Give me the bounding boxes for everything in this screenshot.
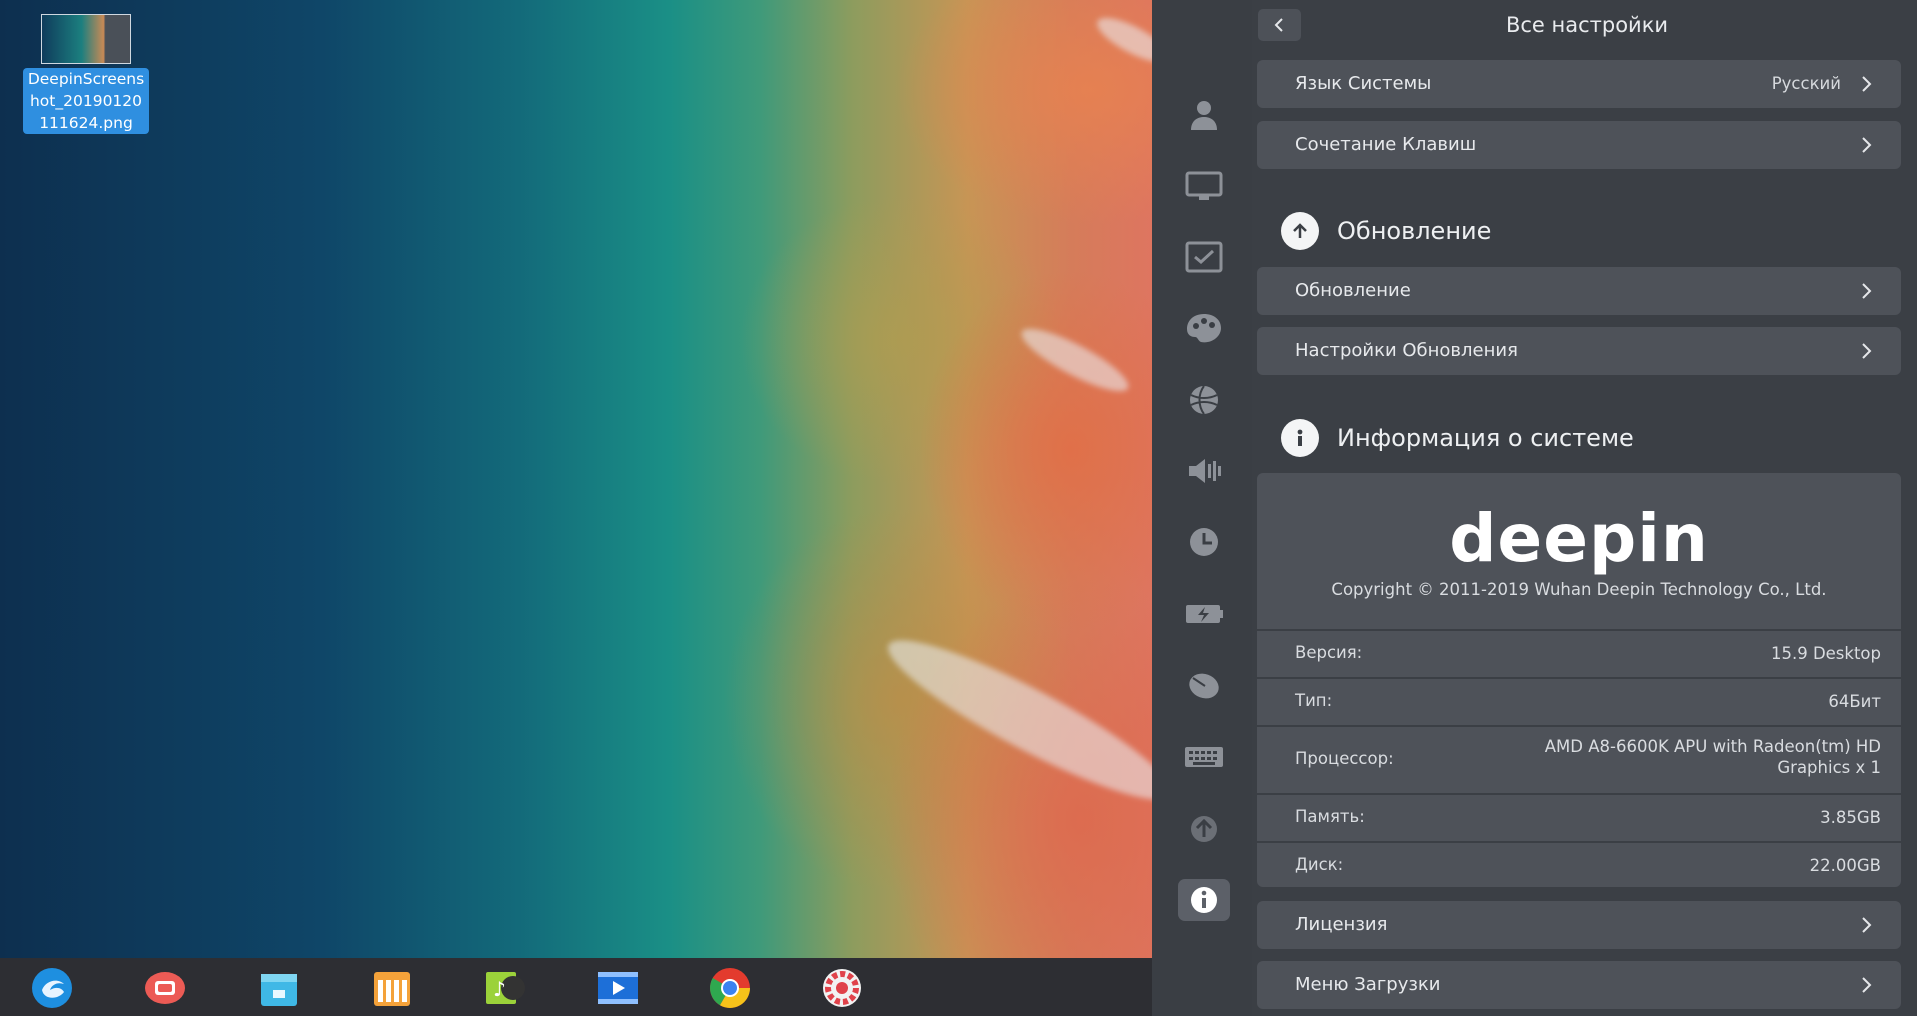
system-info-card: deepin Copyright © 2011-2019 Wuhan Deepi… (1257, 473, 1901, 887)
info-key: Тип: (1295, 691, 1333, 710)
info-key: Версия: (1295, 643, 1363, 662)
section-title: Обновление (1337, 217, 1492, 245)
chevron-right-icon (1862, 343, 1872, 359)
update-icon[interactable] (1178, 808, 1230, 850)
info-value: 15.9 Desktop (1770, 644, 1881, 663)
update-settings-row[interactable]: Настройки Обновления (1257, 327, 1901, 375)
image-thumbnail (41, 14, 131, 64)
chevron-right-icon (1862, 917, 1872, 933)
info-value: 22.00GB (1809, 856, 1881, 875)
desktop-wallpaper (0, 0, 1152, 958)
accounts-icon[interactable] (1178, 94, 1230, 136)
keyboard-shortcuts-row[interactable]: Сочетание Клавиш (1257, 121, 1901, 169)
update-row[interactable]: Обновление (1257, 267, 1901, 315)
wave-foam (1091, 9, 1152, 71)
row-label: Настройки Обновления (1295, 340, 1518, 361)
chrome-icon[interactable] (708, 966, 752, 1010)
power-icon[interactable] (1178, 593, 1230, 635)
screen-recorder-icon[interactable] (143, 966, 187, 1010)
wave-foam (1014, 318, 1136, 402)
info-row-disk: Диск: 22.00GB (1257, 841, 1901, 889)
sound-icon[interactable] (1178, 450, 1230, 492)
update-section-header: Обновление (1281, 211, 1491, 251)
update-arrow-icon (1281, 212, 1319, 250)
deepin-logo: deepin (1449, 500, 1709, 577)
info-row-version: Версия: 15.9 Desktop (1257, 629, 1901, 677)
chevron-right-icon (1862, 137, 1872, 153)
info-icon (1281, 419, 1319, 457)
row-label: Сочетание Клавиш (1295, 134, 1477, 155)
network-icon[interactable] (1178, 379, 1230, 421)
datetime-icon[interactable] (1178, 521, 1230, 563)
info-value: 3.85GB (1820, 808, 1881, 827)
system-language-row[interactable]: Язык Системы Русский (1257, 60, 1901, 108)
app-store-icon[interactable] (257, 966, 301, 1010)
info-row-type: Тип: 64Бит (1257, 677, 1901, 725)
page-title: Все настройки (1505, 13, 1669, 37)
info-value: AMD A8-6600K APU with Radeon(tm) HD Grap… (1544, 737, 1881, 777)
chevron-right-icon (1862, 977, 1872, 993)
info-key: Процессор: (1295, 749, 1394, 768)
system-info-icon[interactable] (1178, 879, 1230, 921)
row-label: Язык Системы (1295, 73, 1432, 94)
info-key: Диск: (1295, 855, 1344, 874)
row-label: Лицензия (1295, 914, 1388, 935)
chevron-right-icon (1862, 283, 1872, 299)
personalization-icon[interactable] (1178, 307, 1230, 349)
info-row-memory: Память: 3.85GB (1257, 793, 1901, 841)
info-row-processor: Процессор: AMD A8-6600K APU with Radeon(… (1257, 725, 1901, 793)
row-value: Русский (1771, 74, 1841, 93)
movie-icon[interactable] (596, 966, 640, 1010)
desktop-file-label: DeepinScreens hot_20190120 111624.png (22, 68, 150, 134)
music-icon[interactable]: ♪ (483, 966, 527, 1010)
row-label: Обновление (1295, 280, 1411, 301)
keyboard-icon[interactable] (1178, 735, 1230, 777)
wave-foam (874, 618, 1152, 822)
mouse-icon[interactable] (1178, 664, 1230, 706)
dock: ♪ (0, 958, 1152, 1016)
settings-icon[interactable] (820, 966, 864, 1010)
info-key: Память: (1295, 807, 1365, 826)
desktop-file-icon[interactable]: DeepinScreens hot_20190120 111624.png (6, 14, 166, 134)
info-value: 64Бит (1828, 692, 1881, 711)
file-manager-icon[interactable] (370, 966, 414, 1010)
license-row[interactable]: Лицензия (1257, 901, 1901, 949)
system-info-section-header: Информация о системе (1281, 418, 1634, 458)
launcher-icon[interactable] (30, 966, 74, 1010)
copyright-text: Copyright © 2011-2019 Wuhan Deepin Techn… (1331, 580, 1827, 599)
chevron-right-icon (1862, 76, 1872, 92)
default-apps-icon[interactable] (1178, 236, 1230, 278)
svg-text:♪: ♪ (493, 977, 506, 1001)
control-center-sidebar (1152, 0, 1252, 1016)
section-title: Информация о системе (1337, 424, 1634, 452)
display-icon[interactable] (1178, 165, 1230, 207)
row-label: Меню Загрузки (1295, 974, 1441, 995)
boot-menu-row[interactable]: Меню Загрузки (1257, 961, 1901, 1009)
